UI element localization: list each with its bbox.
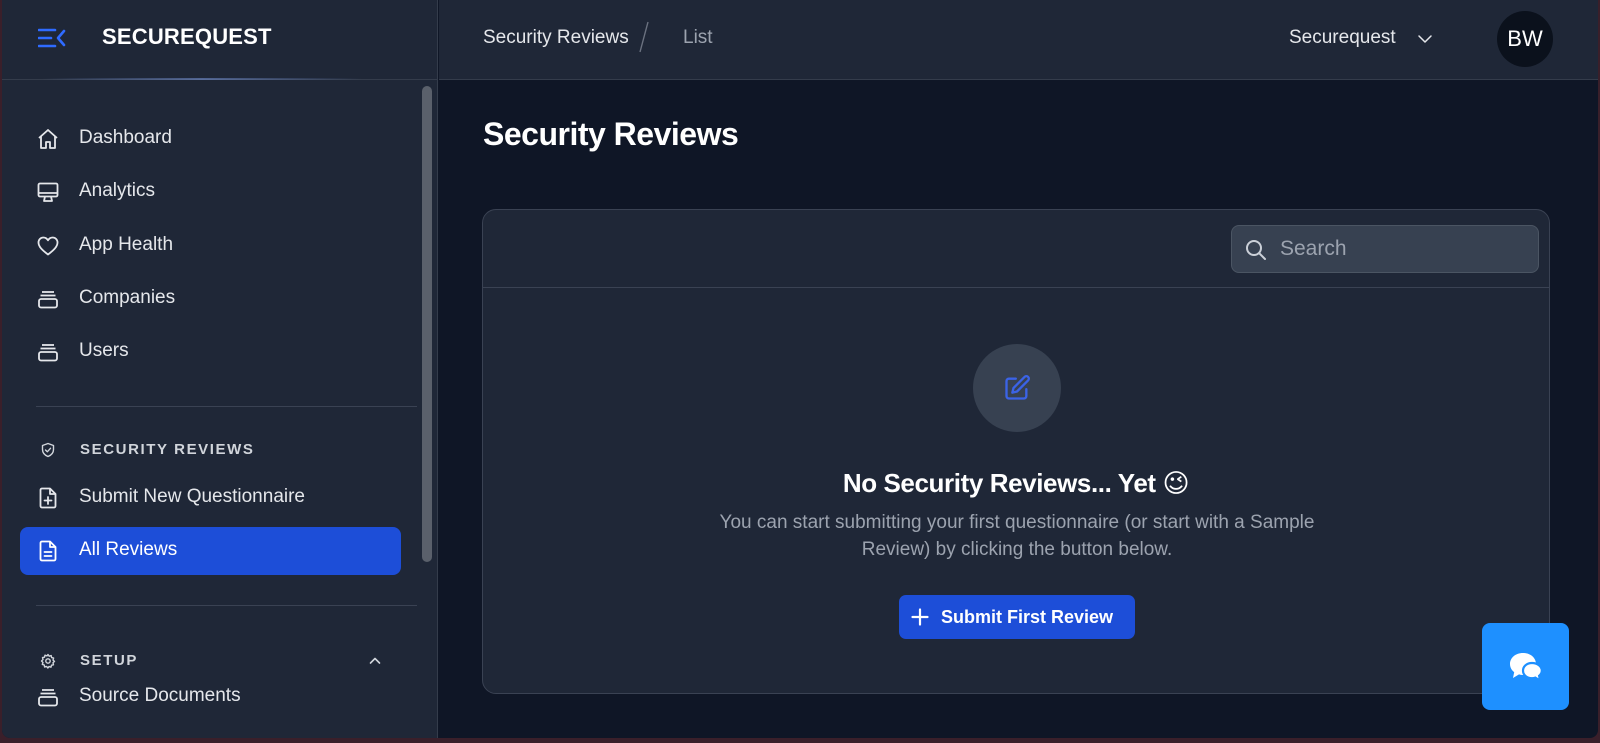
sidebar-item-companies[interactable]: Companies: [20, 275, 401, 323]
chat-bubbles-icon: [1509, 652, 1543, 683]
button-label: Submit First Review: [941, 607, 1114, 627]
sidebar-item-users[interactable]: Users: [20, 328, 401, 376]
sidebar-item-label: Dashboard: [79, 127, 172, 148]
sidebar-item-submit-questionnaire[interactable]: Submit New Questionnaire: [20, 474, 401, 522]
plus-icon: [911, 608, 929, 626]
file-plus-icon: [39, 487, 57, 509]
organization-select-value: Securequest: [1289, 27, 1396, 48]
brand-name: SECUREQUEST: [102, 24, 272, 49]
stack-icon: [38, 344, 58, 362]
section-title: SETUP: [80, 652, 139, 669]
monitor-icon: [37, 182, 59, 202]
breadcrumb-security-reviews[interactable]: Security Reviews: [483, 27, 629, 49]
sidebar-item-source-documents[interactable]: Source Documents: [20, 673, 401, 721]
sidebar-item-label: Analytics: [79, 180, 156, 201]
empty-state-description: You can start submitting your first ques…: [719, 512, 1315, 560]
section-setup[interactable]: SETUP: [38, 650, 398, 674]
sidebar-item-analytics[interactable]: Analytics: [20, 168, 401, 216]
shield-icon: [41, 442, 55, 458]
search-box[interactable]: [1231, 225, 1539, 273]
sidebar-collapse-icon[interactable]: [38, 27, 66, 49]
heart-icon: [37, 236, 59, 256]
card-header: [483, 210, 1549, 288]
breadcrumb-list: List: [683, 27, 713, 48]
sidebar-item-label: Submit New Questionnaire: [79, 486, 305, 507]
breadcrumb-separator: [639, 21, 649, 53]
home-icon: [38, 129, 58, 149]
app-window: SECUREQUEST Dashboard Analytics App Heal…: [2, 0, 1598, 738]
sidebar-item-all-reviews[interactable]: All Reviews: [20, 527, 401, 575]
page-title: Security Reviews: [483, 116, 739, 152]
chevron-down-icon: [1418, 35, 1432, 43]
sidebar-item-app-health[interactable]: App Health: [20, 222, 401, 270]
brand-underline: [42, 78, 362, 80]
avatar[interactable]: BW: [1497, 11, 1553, 67]
sidebar-item-label: Users: [79, 340, 129, 361]
organization-select[interactable]: Securequest: [1289, 24, 1449, 56]
brand-header: SECUREQUEST: [2, 0, 437, 80]
reviews-card: No Security Reviews... Yet 😉 You can sta…: [482, 209, 1550, 694]
section-security-reviews: SECURITY REVIEWS: [38, 439, 398, 463]
empty-state-icon-badge: [973, 344, 1061, 432]
edit-icon: [1005, 375, 1030, 400]
gear-icon: [40, 653, 56, 669]
sidebar-item-label: Companies: [79, 287, 176, 308]
search-input[interactable]: [1280, 226, 1530, 272]
empty-state-title: No Security Reviews... Yet 😉: [842, 468, 1190, 498]
section-title: SECURITY REVIEWS: [80, 441, 255, 458]
sidebar: SECUREQUEST Dashboard Analytics App Heal…: [2, 0, 438, 738]
file-text-icon: [39, 540, 57, 562]
sidebar-item-label: All Reviews: [79, 539, 178, 560]
sidebar-scrollbar-thumb[interactable]: [422, 86, 432, 562]
topbar: Security Reviews List Securequest BW: [439, 0, 1598, 80]
sidebar-divider: [36, 605, 417, 606]
chat-support-button[interactable]: [1482, 623, 1569, 710]
stack-icon: [38, 291, 58, 309]
sidebar-divider: [36, 406, 417, 407]
stack-icon: [38, 689, 58, 707]
chevron-up-icon[interactable]: [368, 654, 382, 668]
sidebar-item-label: App Health: [79, 234, 174, 255]
search-icon: [1246, 240, 1266, 260]
sidebar-item-label: Source Documents: [79, 685, 241, 706]
sidebar-item-dashboard[interactable]: Dashboard: [20, 115, 401, 163]
submit-first-review-button[interactable]: Submit First Review: [899, 595, 1135, 639]
